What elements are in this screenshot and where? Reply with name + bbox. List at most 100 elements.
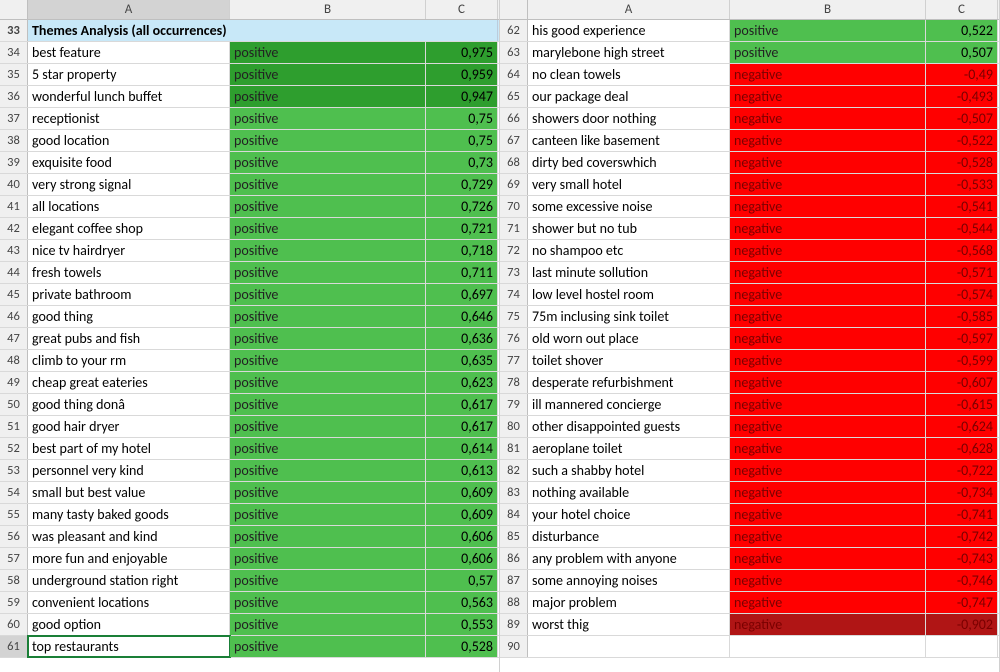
sentiment-cell[interactable]: positive (230, 328, 426, 349)
table-row[interactable]: 48climb to your rmpositive0,635 (0, 350, 499, 372)
row-header[interactable]: 51 (0, 416, 28, 437)
table-row[interactable]: 73last minute sollutionnegative-0,571 (500, 262, 999, 284)
score-cell[interactable]: 0,636 (426, 328, 498, 349)
score-cell[interactable]: 0,507 (926, 42, 998, 63)
table-row[interactable]: 37receptionistpositive0,75 (0, 108, 499, 130)
theme-cell[interactable]: good location (28, 130, 230, 151)
row-header[interactable]: 82 (500, 460, 528, 481)
table-row[interactable]: 40very strong signalpositive0,729 (0, 174, 499, 196)
row-header[interactable]: 67 (500, 130, 528, 151)
theme-cell[interactable]: good hair dryer (28, 416, 230, 437)
table-row[interactable]: 34best featurepositive0,975 (0, 42, 499, 64)
score-cell[interactable]: 0,617 (426, 394, 498, 415)
score-cell[interactable]: 0,711 (426, 262, 498, 283)
row-header[interactable]: 60 (0, 614, 28, 635)
sentiment-cell[interactable]: positive (230, 196, 426, 217)
sentiment-cell[interactable]: negative (730, 416, 926, 437)
sentiment-cell[interactable]: positive (230, 284, 426, 305)
row-header[interactable]: 62 (500, 20, 528, 41)
score-cell[interactable]: 0,623 (426, 372, 498, 393)
score-cell[interactable]: 0,718 (426, 240, 498, 261)
row-header[interactable]: 41 (0, 196, 28, 217)
table-row[interactable]: 86any problem with anyonenegative-0,743 (500, 548, 999, 570)
table-row[interactable]: 89worst thignegative-0,902 (500, 614, 999, 636)
theme-cell[interactable]: 75m inclusing sink toilet (528, 306, 730, 327)
theme-cell[interactable]: good thing (28, 306, 230, 327)
theme-cell[interactable]: no shampoo etc (528, 240, 730, 261)
table-row[interactable]: 81aeroplane toiletnegative-0,628 (500, 438, 999, 460)
theme-cell[interactable]: other disappointed guests (528, 416, 730, 437)
theme-cell[interactable]: toilet shover (528, 350, 730, 371)
theme-cell[interactable]: personnel very kind (28, 460, 230, 481)
row-header[interactable]: 38 (0, 130, 28, 151)
col-header-A[interactable]: A (28, 0, 230, 19)
table-row[interactable]: 65our package dealnegative-0,493 (500, 86, 999, 108)
row-header[interactable]: 70 (500, 196, 528, 217)
score-cell[interactable]: -0,747 (926, 592, 998, 613)
row-header[interactable]: 48 (0, 350, 28, 371)
table-row[interactable]: 47great pubs and fishpositive0,636 (0, 328, 499, 350)
score-cell[interactable]: -0,607 (926, 372, 998, 393)
score-cell[interactable]: -0,507 (926, 108, 998, 129)
sentiment-cell[interactable]: positive (230, 350, 426, 371)
table-row[interactable]: 62his good experiencepositive0,522 (500, 20, 999, 42)
table-row[interactable]: 76old worn out placenegative-0,597 (500, 328, 999, 350)
score-cell[interactable]: 0,947 (426, 86, 498, 107)
table-row[interactable]: 52best part of my hotelpositive0,614 (0, 438, 499, 460)
theme-cell[interactable]: best feature (28, 42, 230, 63)
col-header-C[interactable]: C (426, 0, 498, 19)
row-header[interactable]: 81 (500, 438, 528, 459)
grid-body-right[interactable]: 62his good experiencepositive0,52263mary… (500, 20, 999, 658)
table-row[interactable]: 83nothing availablenegative-0,734 (500, 482, 999, 504)
sentiment-cell[interactable]: positive (230, 372, 426, 393)
theme-cell[interactable]: elegant coffee shop (28, 218, 230, 239)
theme-cell[interactable]: desperate refurbishment (528, 372, 730, 393)
score-cell[interactable]: -0,615 (926, 394, 998, 415)
sentiment-cell[interactable]: negative (730, 372, 926, 393)
row-header[interactable]: 53 (0, 460, 28, 481)
table-row[interactable]: 84your hotel choicenegative-0,741 (500, 504, 999, 526)
sentiment-cell[interactable]: positive (230, 636, 426, 657)
row-header[interactable]: 49 (0, 372, 28, 393)
sentiment-cell[interactable]: negative (730, 614, 926, 635)
row-header[interactable]: 78 (500, 372, 528, 393)
row-header[interactable]: 45 (0, 284, 28, 305)
row-header[interactable]: 88 (500, 592, 528, 613)
row-header[interactable]: 69 (500, 174, 528, 195)
score-cell[interactable]: -0,599 (926, 350, 998, 371)
sentiment-cell[interactable]: positive (230, 570, 426, 591)
sentiment-cell[interactable]: negative (730, 240, 926, 261)
row-header[interactable]: 76 (500, 328, 528, 349)
sentiment-cell[interactable]: negative (730, 174, 926, 195)
score-cell[interactable]: -0,741 (926, 504, 998, 525)
sentiment-cell[interactable]: negative (730, 218, 926, 239)
table-row[interactable]: 33Themes Analysis (all occurrences) (0, 20, 499, 42)
table-row[interactable]: 70some excessive noisenegative-0,541 (500, 196, 999, 218)
table-row[interactable]: 7575m inclusing sink toiletnegative-0,58… (500, 306, 999, 328)
row-header[interactable]: 71 (500, 218, 528, 239)
row-header[interactable]: 75 (500, 306, 528, 327)
grid-body-left[interactable]: 33Themes Analysis (all occurrences)34bes… (0, 20, 499, 658)
table-row[interactable]: 46good thingpositive0,646 (0, 306, 499, 328)
theme-cell[interactable]: nothing available (528, 482, 730, 503)
col-header-B[interactable]: B (730, 0, 926, 19)
row-header[interactable]: 36 (0, 86, 28, 107)
theme-cell[interactable]: worst thig (528, 614, 730, 635)
sentiment-cell[interactable]: negative (730, 394, 926, 415)
row-header[interactable]: 73 (500, 262, 528, 283)
row-header[interactable]: 37 (0, 108, 28, 129)
sentiment-cell[interactable]: positive (230, 64, 426, 85)
row-header[interactable]: 47 (0, 328, 28, 349)
sentiment-cell[interactable]: positive (230, 592, 426, 613)
theme-cell[interactable]: exquisite food (28, 152, 230, 173)
row-header[interactable]: 64 (500, 64, 528, 85)
table-row[interactable]: 49cheap great eateriespositive0,623 (0, 372, 499, 394)
table-row[interactable]: 72no shampoo etcnegative-0,568 (500, 240, 999, 262)
theme-cell[interactable]: many tasty baked goods (28, 504, 230, 525)
table-row[interactable]: 71shower but no tubnegative-0,544 (500, 218, 999, 240)
theme-cell[interactable]: disturbance (528, 526, 730, 547)
row-header[interactable]: 33 (0, 20, 28, 41)
table-row[interactable]: 90 (500, 636, 999, 658)
score-cell[interactable]: -0,533 (926, 174, 998, 195)
theme-cell[interactable]: his good experience (528, 20, 730, 41)
